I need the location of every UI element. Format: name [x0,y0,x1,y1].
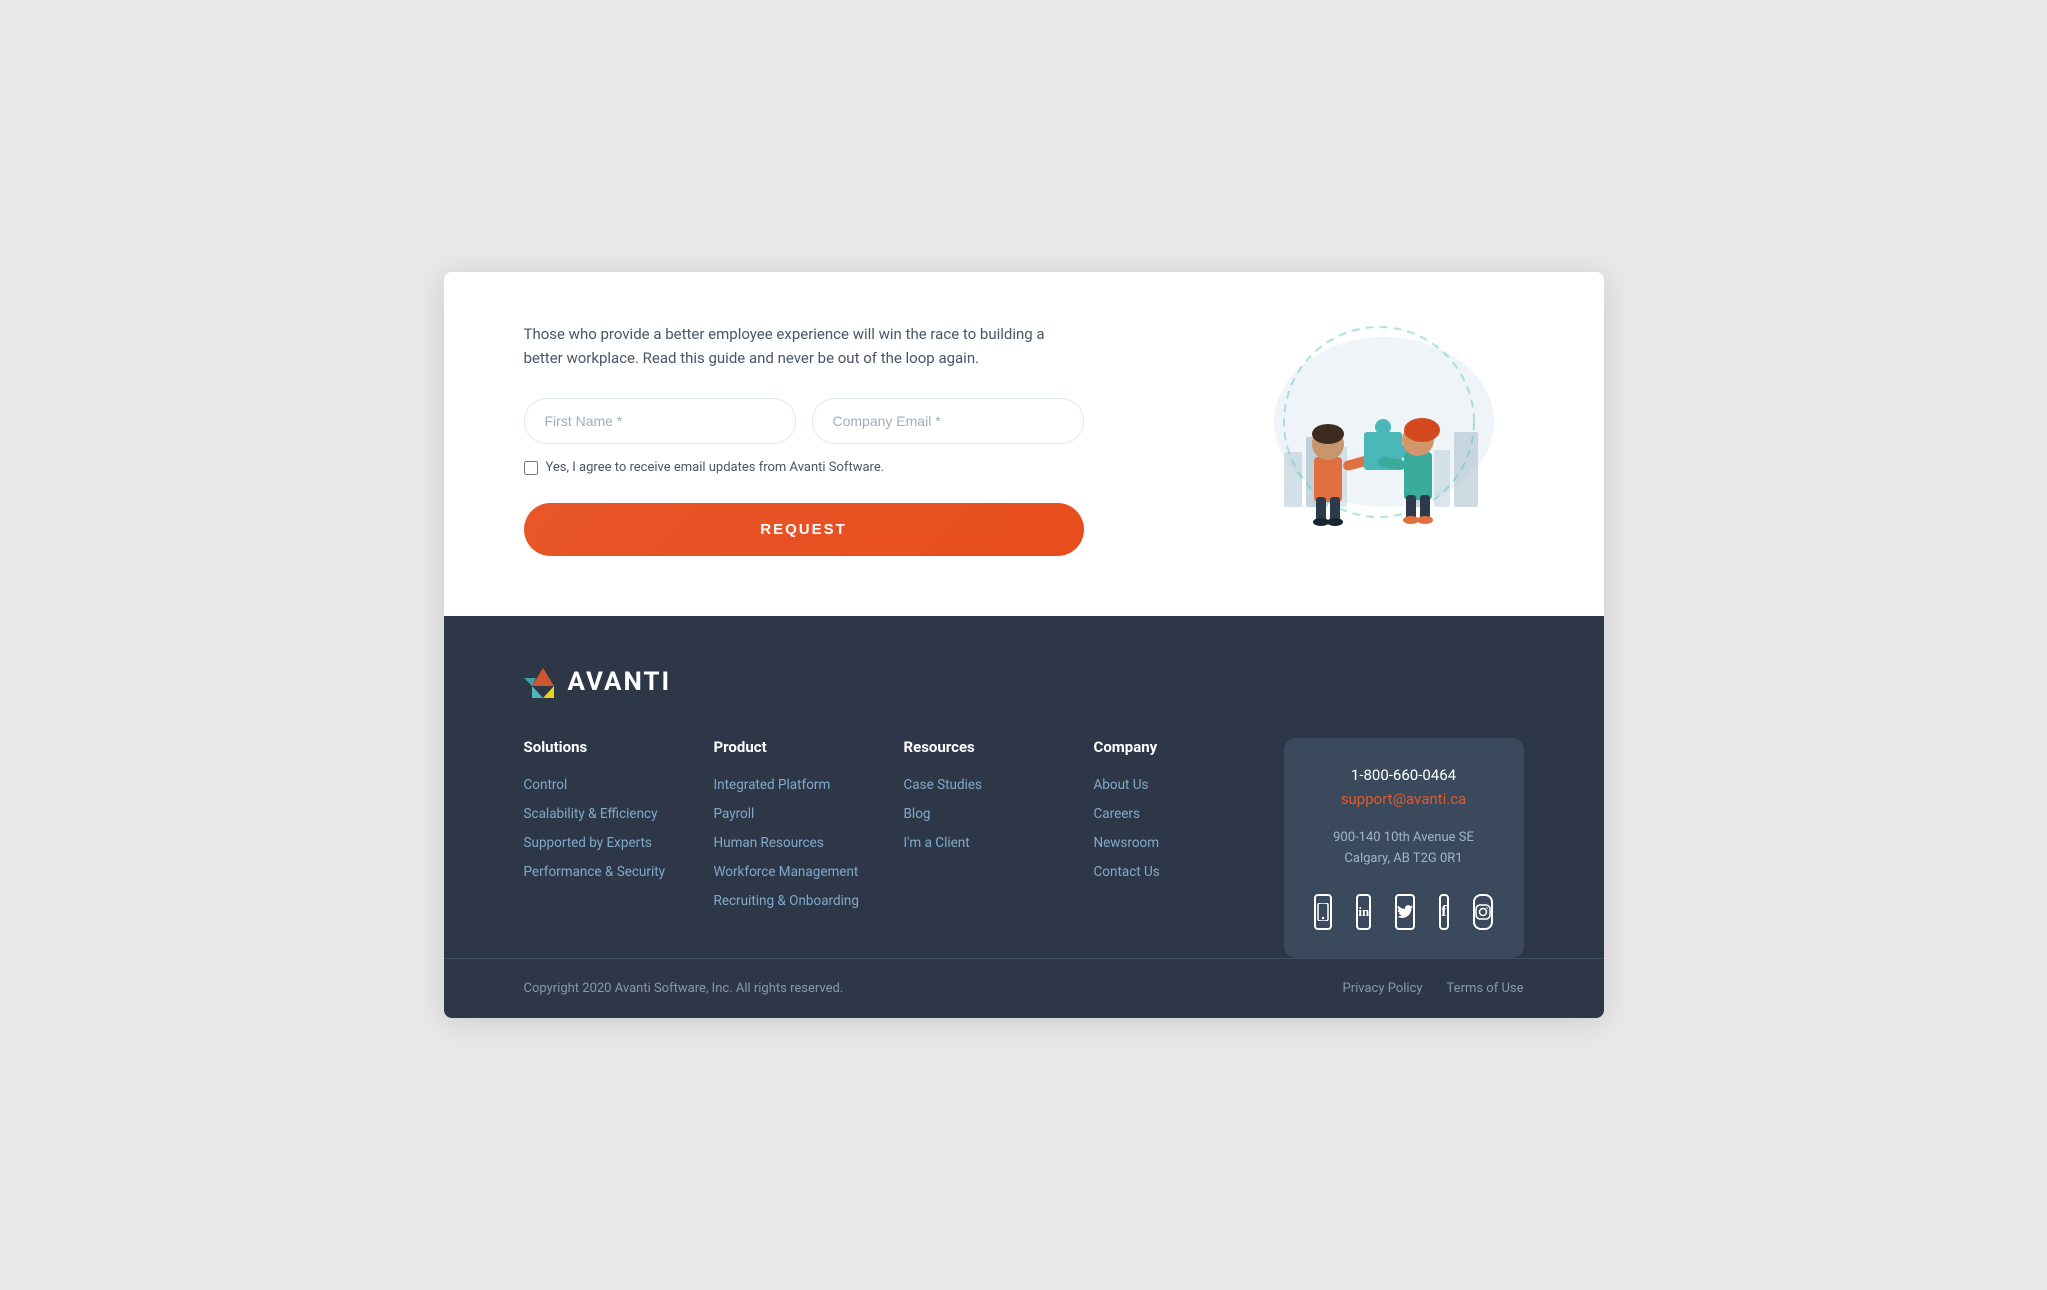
link-integrated-platform[interactable]: Integrated Platform [714,776,904,795]
instagram-social-icon[interactable] [1473,894,1493,930]
contact-address: 900-140 10th Avenue SE Calgary, AB T2G 0… [1316,828,1492,870]
link-payroll[interactable]: Payroll [714,805,904,824]
address-line2: Calgary, AB T2G 0R1 [1344,851,1462,866]
checkbox-label: Yes, I agree to receive email updates fr… [546,460,885,475]
form-section: Those who provide a better employee expe… [444,272,1604,616]
address-line1: 900-140 10th Avenue SE [1333,830,1474,845]
footer-col-product: Product Integrated Platform Payroll Huma… [714,738,904,920]
footer-col-company: Company About Us Careers Newsroom Contac… [1094,738,1284,892]
email-consent-checkbox[interactable] [524,461,538,475]
link-case-studies[interactable]: Case Studies [904,776,1094,795]
form-description: Those who provide a better employee expe… [524,322,1084,370]
page-container: Those who provide a better employee expe… [444,272,1604,1018]
company-email-input[interactable] [812,398,1084,444]
avanti-logo-icon [524,666,562,698]
footer-logo: AVANTI [524,666,1524,698]
link-about-us[interactable]: About Us [1094,776,1284,795]
footer-bottom-links: Privacy Policy Terms of Use [1343,981,1524,996]
link-contact-us[interactable]: Contact Us [1094,863,1284,882]
linkedin-social-icon[interactable]: in [1356,894,1371,930]
link-blog[interactable]: Blog [904,805,1094,824]
contact-phone: 1-800-660-0464 [1316,766,1492,784]
product-heading: Product [714,738,904,756]
checkbox-row: Yes, I agree to receive email updates fr… [524,460,1084,475]
link-performance-security[interactable]: Performance & Security [524,863,714,882]
footer-columns: Solutions Control Scalability & Efficien… [524,738,1524,958]
terms-of-use-link[interactable]: Terms of Use [1447,981,1524,996]
social-row: in f [1316,894,1492,930]
solutions-heading: Solutions [524,738,714,756]
request-button[interactable]: REQUEST [524,503,1084,556]
link-scalability[interactable]: Scalability & Efficiency [524,805,714,824]
form-content: Those who provide a better employee expe… [524,322,1084,556]
link-newsroom[interactable]: Newsroom [1094,834,1284,853]
link-supported-by-experts[interactable]: Supported by Experts [524,834,714,853]
footer-bottom: Copyright 2020 Avanti Software, Inc. All… [444,958,1604,1018]
link-im-a-client[interactable]: I'm a Client [904,834,1094,853]
mobile-social-icon[interactable] [1314,894,1332,930]
footer-section: AVANTI Solutions Control Scalability & E… [444,616,1604,958]
illustration-area [1224,322,1524,542]
hero-illustration [1224,322,1524,542]
footer-logo-text: AVANTI [568,667,672,697]
link-human-resources[interactable]: Human Resources [714,834,904,853]
contact-card: 1-800-660-0464 support@avanti.ca 900-140… [1284,738,1524,958]
first-name-input[interactable] [524,398,796,444]
contact-email[interactable]: support@avanti.ca [1316,790,1492,808]
link-control[interactable]: Control [524,776,714,795]
privacy-policy-link[interactable]: Privacy Policy [1343,981,1423,996]
link-recruiting-onboarding[interactable]: Recruiting & Onboarding [714,892,904,911]
facebook-social-icon[interactable]: f [1439,894,1448,930]
footer-col-solutions: Solutions Control Scalability & Efficien… [524,738,714,892]
footer-col-resources: Resources Case Studies Blog I'm a Client [904,738,1094,863]
link-workforce-management[interactable]: Workforce Management [714,863,904,882]
twitter-social-icon[interactable] [1395,894,1415,930]
resources-heading: Resources [904,738,1094,756]
footer-copyright: Copyright 2020 Avanti Software, Inc. All… [524,981,844,996]
form-fields [524,398,1084,444]
link-careers[interactable]: Careers [1094,805,1284,824]
company-heading: Company [1094,738,1284,756]
